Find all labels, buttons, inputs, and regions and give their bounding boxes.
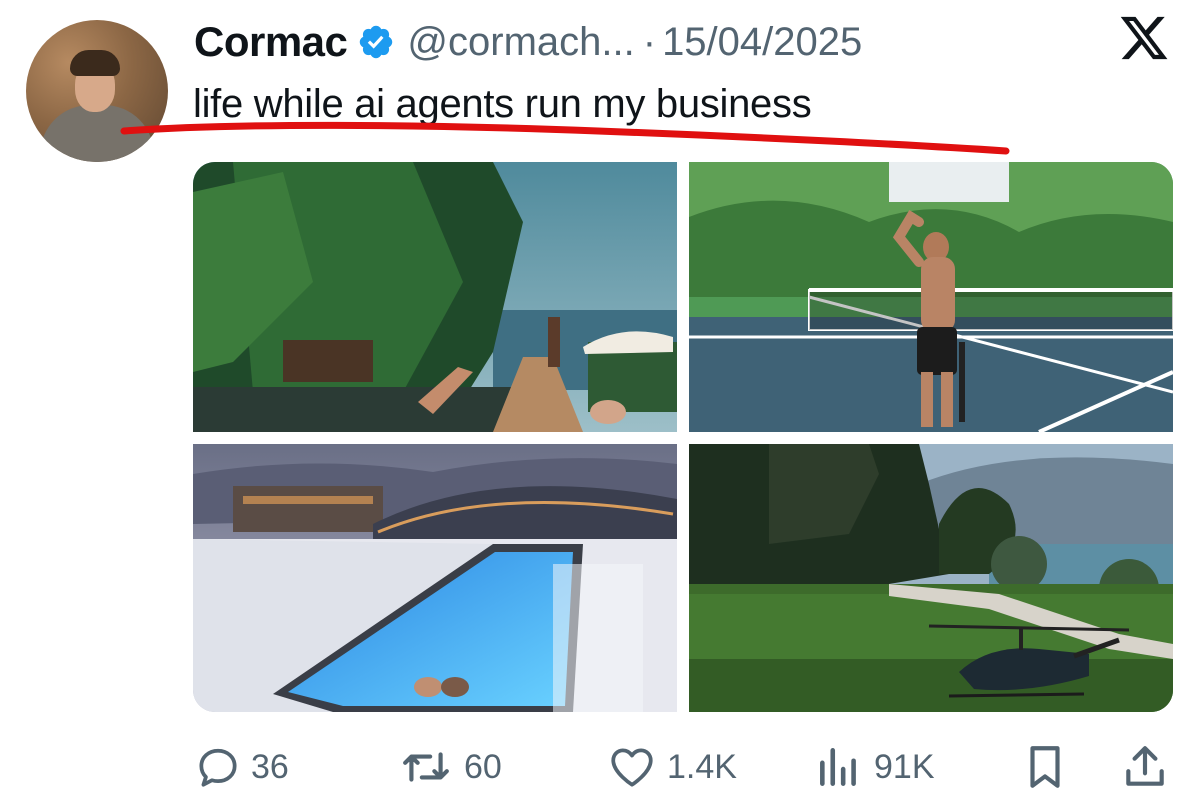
view-count: 91K	[874, 747, 935, 786]
views-button[interactable]: 91K	[812, 740, 935, 794]
share-icon	[1126, 746, 1164, 786]
tweet-date[interactable]: 15/04/2025	[662, 20, 862, 65]
photo-infinity-pool[interactable]	[193, 444, 677, 712]
reply-count: 36	[251, 747, 289, 786]
repost-count: 60	[464, 747, 502, 786]
x-logo-icon	[1120, 16, 1168, 60]
repost-button[interactable]: 60	[396, 740, 502, 794]
author-name[interactable]: Cormac	[194, 18, 348, 66]
bookmark-icon	[1030, 746, 1060, 788]
bookmark-button[interactable]	[1020, 740, 1070, 794]
avatar-hair	[70, 50, 120, 76]
like-count: 1.4K	[667, 747, 737, 786]
like-button[interactable]: 1.4K	[605, 740, 737, 794]
reply-button[interactable]: 36	[193, 740, 289, 794]
media-grid	[193, 162, 1173, 712]
repost-icon	[403, 752, 449, 782]
share-button[interactable]	[1120, 740, 1170, 794]
tweet-actions: 36 60 1.4K 91K	[0, 740, 1200, 794]
header-separator: ·	[642, 19, 657, 64]
views-icon	[820, 748, 856, 786]
author-handle[interactable]: @cormach...	[407, 20, 634, 65]
reply-icon	[199, 748, 237, 787]
photo-tennis-court[interactable]	[689, 162, 1173, 432]
tweet-header: Cormac @cormach... · 15/04/2025	[194, 14, 862, 70]
photo-resort-pool[interactable]	[193, 162, 677, 432]
photo-estate-helicopter[interactable]	[689, 444, 1173, 712]
like-icon	[611, 748, 653, 787]
verified-badge-icon	[360, 25, 393, 59]
red-underline-annotation	[120, 121, 1010, 155]
